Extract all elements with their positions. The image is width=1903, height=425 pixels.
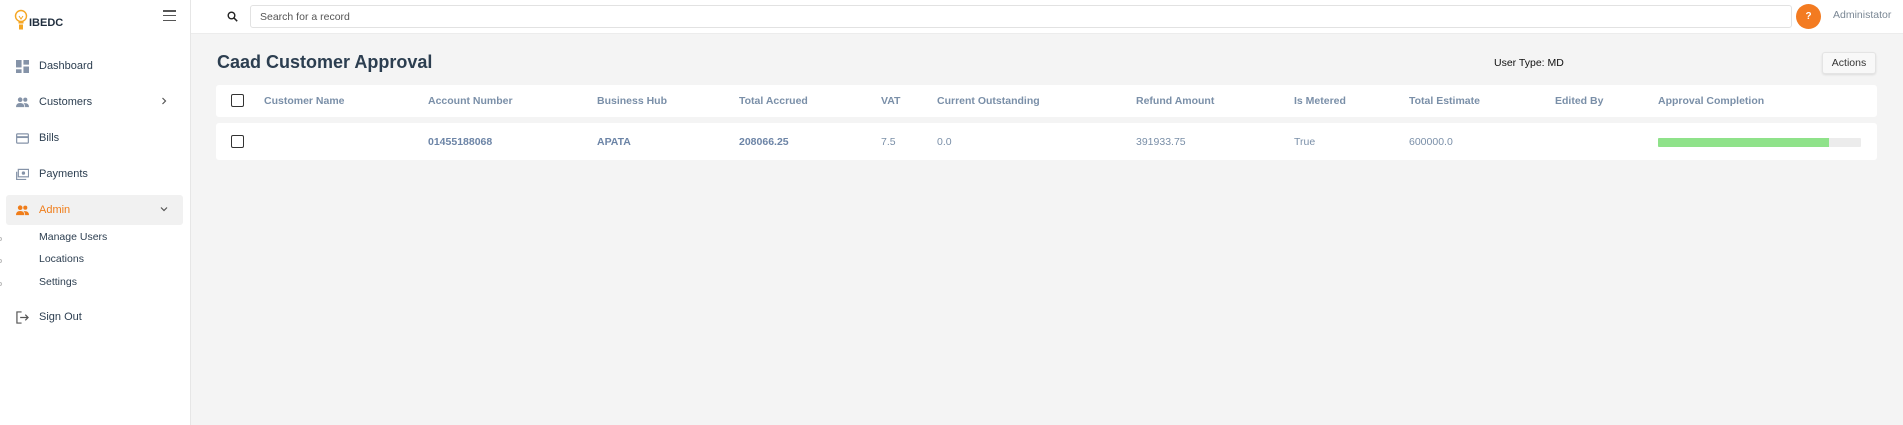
credit-card-icon [15, 131, 29, 145]
admin-people-icon [15, 203, 29, 217]
column-header-account-number[interactable]: Account Number [428, 95, 513, 107]
sidebar-item-label: Payments [39, 168, 88, 180]
dashboard-icon [15, 59, 29, 73]
chevron-right-icon [162, 97, 167, 105]
cell-business-hub: APATA [597, 136, 631, 148]
sidebar-subitem-manage-users[interactable]: Manage Users [39, 231, 107, 243]
bullet-icon [0, 282, 2, 286]
select-all-checkbox[interactable] [231, 94, 244, 107]
sidebar-subitem-settings[interactable]: Settings [39, 276, 77, 288]
username-label[interactable]: Administator [1833, 9, 1891, 21]
lightbulb-icon [14, 9, 28, 30]
sidebar-item-label: Dashboard [39, 60, 93, 72]
cell-total-accrued: 208066.25 [739, 136, 789, 148]
column-header-edited-by[interactable]: Edited By [1555, 95, 1603, 107]
sidebar-item-sign-out[interactable]: Sign Out [6, 302, 183, 332]
bullet-icon [0, 259, 2, 263]
sidebar: IBEDC Dashboard Customers Bills Payments… [0, 0, 191, 425]
payments-icon [15, 167, 29, 181]
sidebar-item-bills[interactable]: Bills [6, 123, 183, 153]
table-row[interactable]: 01455188068 APATA 208066.25 7.5 0.0 3919… [216, 123, 1877, 160]
sidebar-item-dashboard[interactable]: Dashboard [6, 51, 183, 81]
page-title: Caad Customer Approval [217, 52, 433, 72]
avatar[interactable]: ? [1796, 4, 1821, 29]
cell-current-outstanding: 0.0 [937, 136, 952, 148]
column-header-current-outstanding[interactable]: Current Outstanding [937, 95, 1040, 107]
cell-vat: 7.5 [881, 136, 896, 148]
sidebar-item-payments[interactable]: Payments [6, 159, 183, 189]
chevron-down-icon [160, 207, 168, 212]
sidebar-item-label: Admin [39, 204, 71, 216]
sidebar-item-customers[interactable]: Customers [6, 87, 183, 117]
sidebar-item-label: Bills [39, 132, 60, 144]
column-header-total-accrued[interactable]: Total Accrued [739, 95, 808, 107]
logo[interactable]: IBEDC [14, 5, 63, 31]
bullet-icon [0, 237, 2, 241]
sidebar-item-label: Sign Out [39, 311, 82, 323]
cell-account-number[interactable]: 01455188068 [428, 136, 492, 148]
column-header-is-metered[interactable]: Is Metered [1294, 95, 1346, 107]
approval-progress-fill [1658, 138, 1829, 147]
actions-button[interactable]: Actions [1822, 52, 1876, 74]
approval-progress-bar [1658, 138, 1861, 147]
sidebar-subitem-locations[interactable]: Locations [39, 253, 84, 265]
table-header: Customer Name Account Number Business Hu… [216, 85, 1877, 117]
row-checkbox[interactable] [231, 135, 244, 148]
column-header-total-estimate[interactable]: Total Estimate [1409, 95, 1480, 107]
sidebar-item-label: Customers [39, 96, 93, 108]
search-input[interactable] [250, 5, 1792, 28]
column-header-refund-amount[interactable]: Refund Amount [1136, 95, 1214, 107]
column-header-business-hub[interactable]: Business Hub [597, 95, 667, 107]
cell-refund-amount: 391933.75 [1136, 136, 1186, 148]
search-icon[interactable] [227, 11, 238, 22]
people-icon [15, 95, 29, 109]
column-header-approval-completion[interactable]: Approval Completion [1658, 95, 1764, 107]
sign-out-icon [15, 310, 29, 324]
cell-total-estimate: 600000.0 [1409, 136, 1453, 148]
column-header-customer-name[interactable]: Customer Name [264, 95, 345, 107]
logo-text: IBEDC [29, 17, 64, 29]
menu-toggle-icon[interactable] [163, 10, 176, 21]
topbar: ? Administator [191, 0, 1903, 34]
column-header-vat[interactable]: VAT [881, 95, 900, 107]
sidebar-item-admin[interactable]: Admin [6, 195, 183, 225]
cell-is-metered: True [1294, 136, 1316, 148]
user-type-label: User Type: MD [1494, 57, 1564, 69]
